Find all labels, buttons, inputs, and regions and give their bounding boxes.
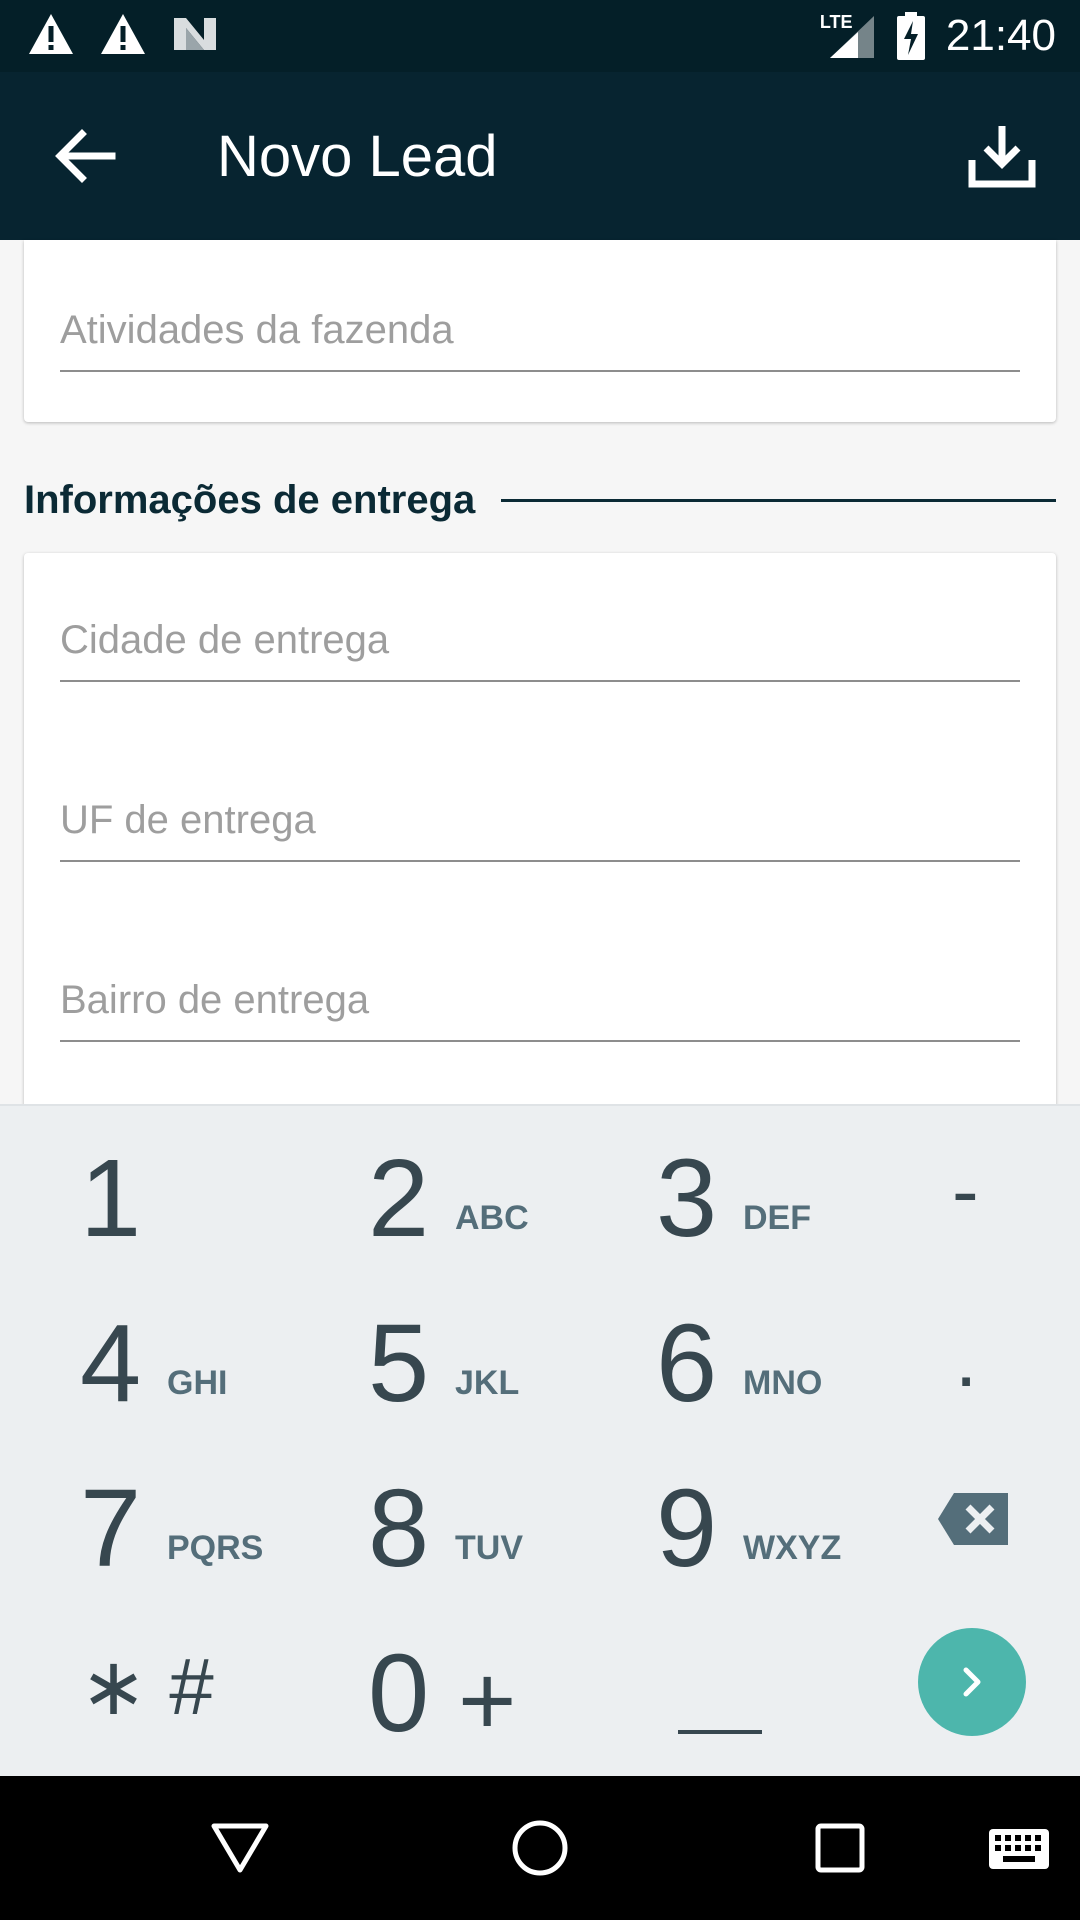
key-6[interactable]: 6 MNO (540, 1271, 822, 1436)
key-plus: + (458, 1645, 517, 1757)
key-1[interactable]: 1 (0, 1106, 270, 1271)
key-digit: 0 (368, 1632, 430, 1755)
cidade-input[interactable] (60, 600, 1020, 680)
battery-charging-icon (896, 12, 925, 60)
status-bar: LTE 21:40 (0, 0, 1080, 72)
home-circle-icon[interactable] (510, 1818, 570, 1878)
key-letters: PQRS (167, 1529, 264, 1567)
key-digit: 4 (80, 1302, 142, 1425)
key-digit: 9 (656, 1467, 718, 1590)
back-triangle-icon[interactable] (210, 1820, 270, 1876)
warning-icon (101, 14, 145, 54)
key-9[interactable]: 9 WXYZ (540, 1436, 841, 1601)
next-button[interactable] (918, 1628, 1026, 1736)
uf-input[interactable] (60, 780, 1020, 860)
warning-icon (29, 14, 73, 54)
bairro-input[interactable] (60, 960, 1020, 1040)
app-bar: Novo Lead (0, 72, 1080, 240)
section-divider (501, 498, 1056, 502)
navigation-bar (0, 1776, 1080, 1920)
key-letters: ABC (455, 1199, 529, 1237)
key-dot[interactable]: . (810, 1271, 1080, 1436)
uf-field[interactable] (60, 780, 1020, 862)
lte-signal-icon: LTE (820, 12, 876, 60)
bairro-field[interactable] (60, 960, 1020, 1042)
key-4[interactable]: 4 GHI (0, 1271, 270, 1436)
key-letters: JKL (455, 1364, 520, 1402)
cidade-field[interactable] (60, 600, 1020, 682)
key-symbol: ∗ # (80, 1642, 214, 1731)
farm-info-card (24, 240, 1056, 422)
delivery-info-card (24, 553, 1056, 1113)
key-star-hash[interactable]: ∗ # (0, 1601, 270, 1766)
section-title: Informações de entrega (24, 477, 476, 522)
space-bar-mark (678, 1730, 762, 1734)
key-symbol: . (955, 1314, 978, 1403)
download-icon[interactable] (966, 120, 1038, 192)
backspace-icon (938, 1493, 1008, 1545)
key-3[interactable]: 3 DEF (540, 1106, 811, 1271)
key-digit: 3 (656, 1137, 718, 1260)
key-space[interactable] (540, 1601, 810, 1766)
key-5[interactable]: 5 JKL (270, 1271, 540, 1436)
key-symbol: - (952, 1146, 979, 1235)
key-backspace[interactable] (810, 1436, 1080, 1601)
key-digit: 2 (368, 1137, 430, 1260)
key-digit: 5 (368, 1302, 430, 1425)
key-7[interactable]: 7 PQRS (0, 1436, 270, 1601)
key-0[interactable]: 0 + (270, 1601, 540, 1766)
status-time: 21:40 (945, 11, 1056, 60)
back-arrow-icon[interactable] (52, 122, 120, 190)
recents-square-icon[interactable] (814, 1822, 866, 1874)
keyboard-icon[interactable] (988, 1828, 1050, 1870)
atividades-field[interactable] (60, 290, 1020, 372)
key-2[interactable]: 2 ABC (270, 1106, 540, 1271)
key-letters: DEF (743, 1199, 811, 1237)
key-digit: 6 (656, 1302, 718, 1425)
page-title: Novo Lead (217, 124, 498, 189)
key-letters: GHI (167, 1364, 228, 1402)
key-letters: TUV (455, 1529, 523, 1567)
n-icon (174, 18, 216, 50)
atividades-input[interactable] (60, 290, 1020, 370)
chevron-right-icon (963, 1667, 981, 1697)
key-8[interactable]: 8 TUV (270, 1436, 540, 1601)
notification-icons (28, 12, 218, 56)
status-indicators: LTE 21:40 (820, 10, 1056, 62)
key-digit: 7 (80, 1467, 142, 1590)
key-digit: 1 (80, 1137, 142, 1260)
key-digit: 8 (368, 1467, 430, 1590)
section-header: Informações de entrega (24, 470, 1056, 530)
key-dash[interactable]: - (810, 1106, 1080, 1271)
